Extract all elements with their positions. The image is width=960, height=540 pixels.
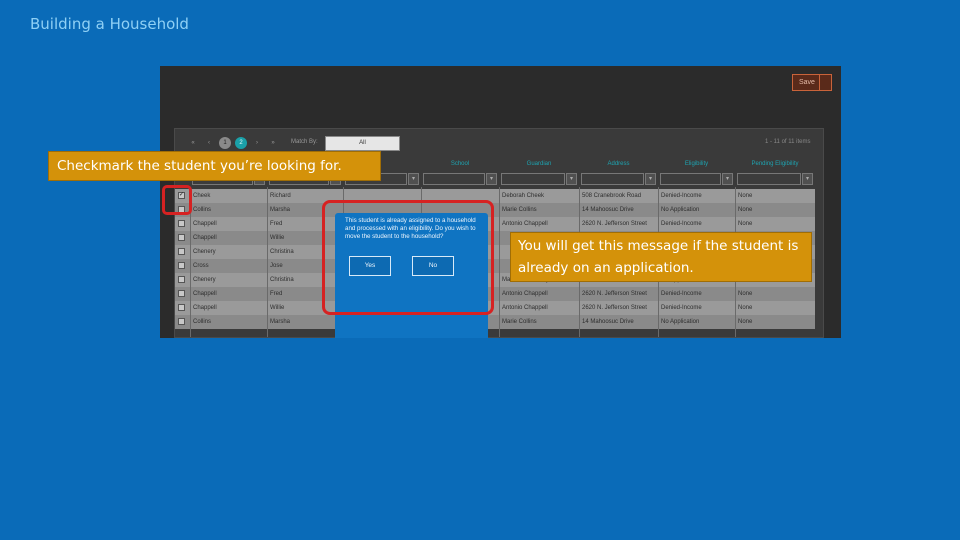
column-header-eligibility[interactable]: Eligibility — [658, 156, 735, 172]
slide-title: Building a Household — [30, 15, 189, 33]
row-checkbox[interactable] — [178, 276, 185, 283]
app-screenshot: Save « ‹ 1 2 › » Match By: All 1 - 11 of… — [160, 66, 841, 338]
cell-guardian: Antonio Chappell — [502, 291, 548, 297]
cell-address: 2620 N. Jefferson Street — [582, 291, 647, 297]
cell-guardian: Marie Collins — [502, 207, 537, 213]
column-header-pending-eligibility[interactable]: Pending Eligibility — [735, 156, 815, 172]
cell-eligibility: No Application — [661, 319, 700, 325]
table-row[interactable]: Collins Marsha Marie Collins 14 Mahoosuc Dr… — [175, 203, 815, 217]
row-checkbox[interactable] — [178, 220, 185, 227]
prev-page-icon[interactable]: ‹ — [203, 137, 215, 149]
cell-pending-eligibility: None — [738, 207, 753, 213]
cell-last-name: Chenery — [193, 249, 216, 255]
dialog-highlight — [322, 200, 494, 315]
cell-eligibility: Denied-Income — [661, 305, 702, 311]
last-page-icon[interactable]: » — [267, 137, 279, 149]
cell-eligibility: Denied-Income — [661, 291, 702, 297]
match-by-select[interactable]: All — [325, 136, 400, 151]
row-checkbox[interactable] — [178, 234, 185, 241]
cell-eligibility: No Application — [661, 207, 700, 213]
table-row[interactable]: Chappell Fred Antonio Chappell 2620 N. Jeff… — [175, 287, 815, 301]
row-checkbox[interactable] — [178, 248, 185, 255]
cell-last-name: Chappell — [193, 235, 217, 241]
row-checkbox[interactable] — [178, 262, 185, 269]
filter-input[interactable] — [581, 173, 644, 185]
filter-cell: ▾ — [499, 172, 579, 187]
filter-cell: ▾ — [735, 172, 815, 187]
filter-icon[interactable]: ▾ — [566, 173, 577, 185]
column-header-school[interactable]: School — [421, 156, 499, 172]
column-divider — [267, 187, 268, 337]
filter-icon[interactable]: ▾ — [802, 173, 813, 185]
cell-pending-eligibility: None — [738, 221, 753, 227]
filter-input[interactable] — [737, 173, 801, 185]
cell-last-name: Collins — [193, 319, 212, 325]
cell-last-name: Chappell — [193, 291, 217, 297]
filter-cell: ▾ — [658, 172, 735, 187]
cell-last-name: Chappell — [193, 305, 217, 311]
cell-address: 14 Mahoosuc Drive — [582, 319, 634, 325]
table-row[interactable]: Collins Marsha Marie Collins 14 Mahoosuc Dr… — [175, 315, 815, 329]
table-row[interactable]: ✓ Cheek Richard Deborah Cheek 508 Cranebrook… — [175, 189, 815, 203]
cell-last-name: Collins — [193, 207, 212, 213]
cell-eligibility: Denied-Income — [661, 221, 702, 227]
cell-last-name: Cheek — [193, 193, 211, 199]
cell-pending-eligibility: None — [738, 319, 753, 325]
cell-pending-eligibility: None — [738, 193, 753, 199]
filter-cell: ▾ — [421, 172, 499, 187]
filter-icon[interactable]: ▾ — [486, 173, 497, 185]
filter-icon[interactable]: ▾ — [722, 173, 733, 185]
row-checkbox[interactable] — [178, 304, 185, 311]
filter-input[interactable] — [501, 173, 565, 185]
cell-guardian: Marie Collins — [502, 319, 537, 325]
callout-already-on-application: You will get this message if the student… — [510, 232, 812, 282]
cell-address: 508 Cranebrook Road — [582, 193, 642, 199]
filter-icon[interactable]: ▾ — [408, 173, 419, 185]
checkbox-highlight — [162, 185, 192, 215]
cell-guardian: Antonio Chappell — [502, 305, 548, 311]
cell-guardian: Deborah Cheek — [502, 193, 545, 199]
cell-first-name: Marsha — [270, 319, 291, 325]
table-row[interactable]: Chappell Fred Antonio Chappell 2620 N. Jeff… — [175, 217, 815, 231]
cell-last-name: Chappell — [193, 221, 217, 227]
column-header-address[interactable]: Address — [579, 156, 658, 172]
cell-last-name: Chenery — [193, 277, 216, 283]
cell-eligibility: Denied-Income — [661, 193, 702, 199]
cell-address: 14 Mahoosuc Drive — [582, 207, 634, 213]
first-page-icon[interactable]: « — [187, 137, 199, 149]
column-header-guardian[interactable]: Guardian — [499, 156, 579, 172]
page-1-button[interactable]: 1 — [219, 137, 231, 149]
next-page-icon[interactable]: › — [251, 137, 263, 149]
cell-address: 2620 N. Jefferson Street — [582, 221, 647, 227]
filter-input[interactable] — [423, 173, 485, 185]
cell-address: 2620 N. Jefferson Street — [582, 305, 647, 311]
range-text: 1 - 11 of 11 items — [765, 139, 811, 145]
top-toolbar: Save — [160, 66, 841, 128]
filter-cell: ▾ — [579, 172, 658, 187]
filter-input[interactable] — [660, 173, 721, 185]
save-dropdown-icon[interactable] — [819, 74, 833, 91]
cell-last-name: Cross — [193, 263, 209, 269]
cell-pending-eligibility: None — [738, 291, 753, 297]
page-2-button[interactable]: 2 — [235, 137, 247, 149]
table-row[interactable]: Chappell Willie Antonio Chappell 2620 N. Je… — [175, 301, 815, 315]
row-checkbox[interactable] — [178, 318, 185, 325]
callout-select-student: Checkmark the student you’re looking for… — [48, 151, 381, 181]
column-divider — [499, 187, 500, 337]
filter-icon[interactable]: ▾ — [645, 173, 656, 185]
cell-guardian: Antonio Chappell — [502, 221, 548, 227]
row-checkbox[interactable] — [178, 290, 185, 297]
match-by-label: Match By: — [291, 139, 318, 145]
cell-pending-eligibility: None — [738, 305, 753, 311]
